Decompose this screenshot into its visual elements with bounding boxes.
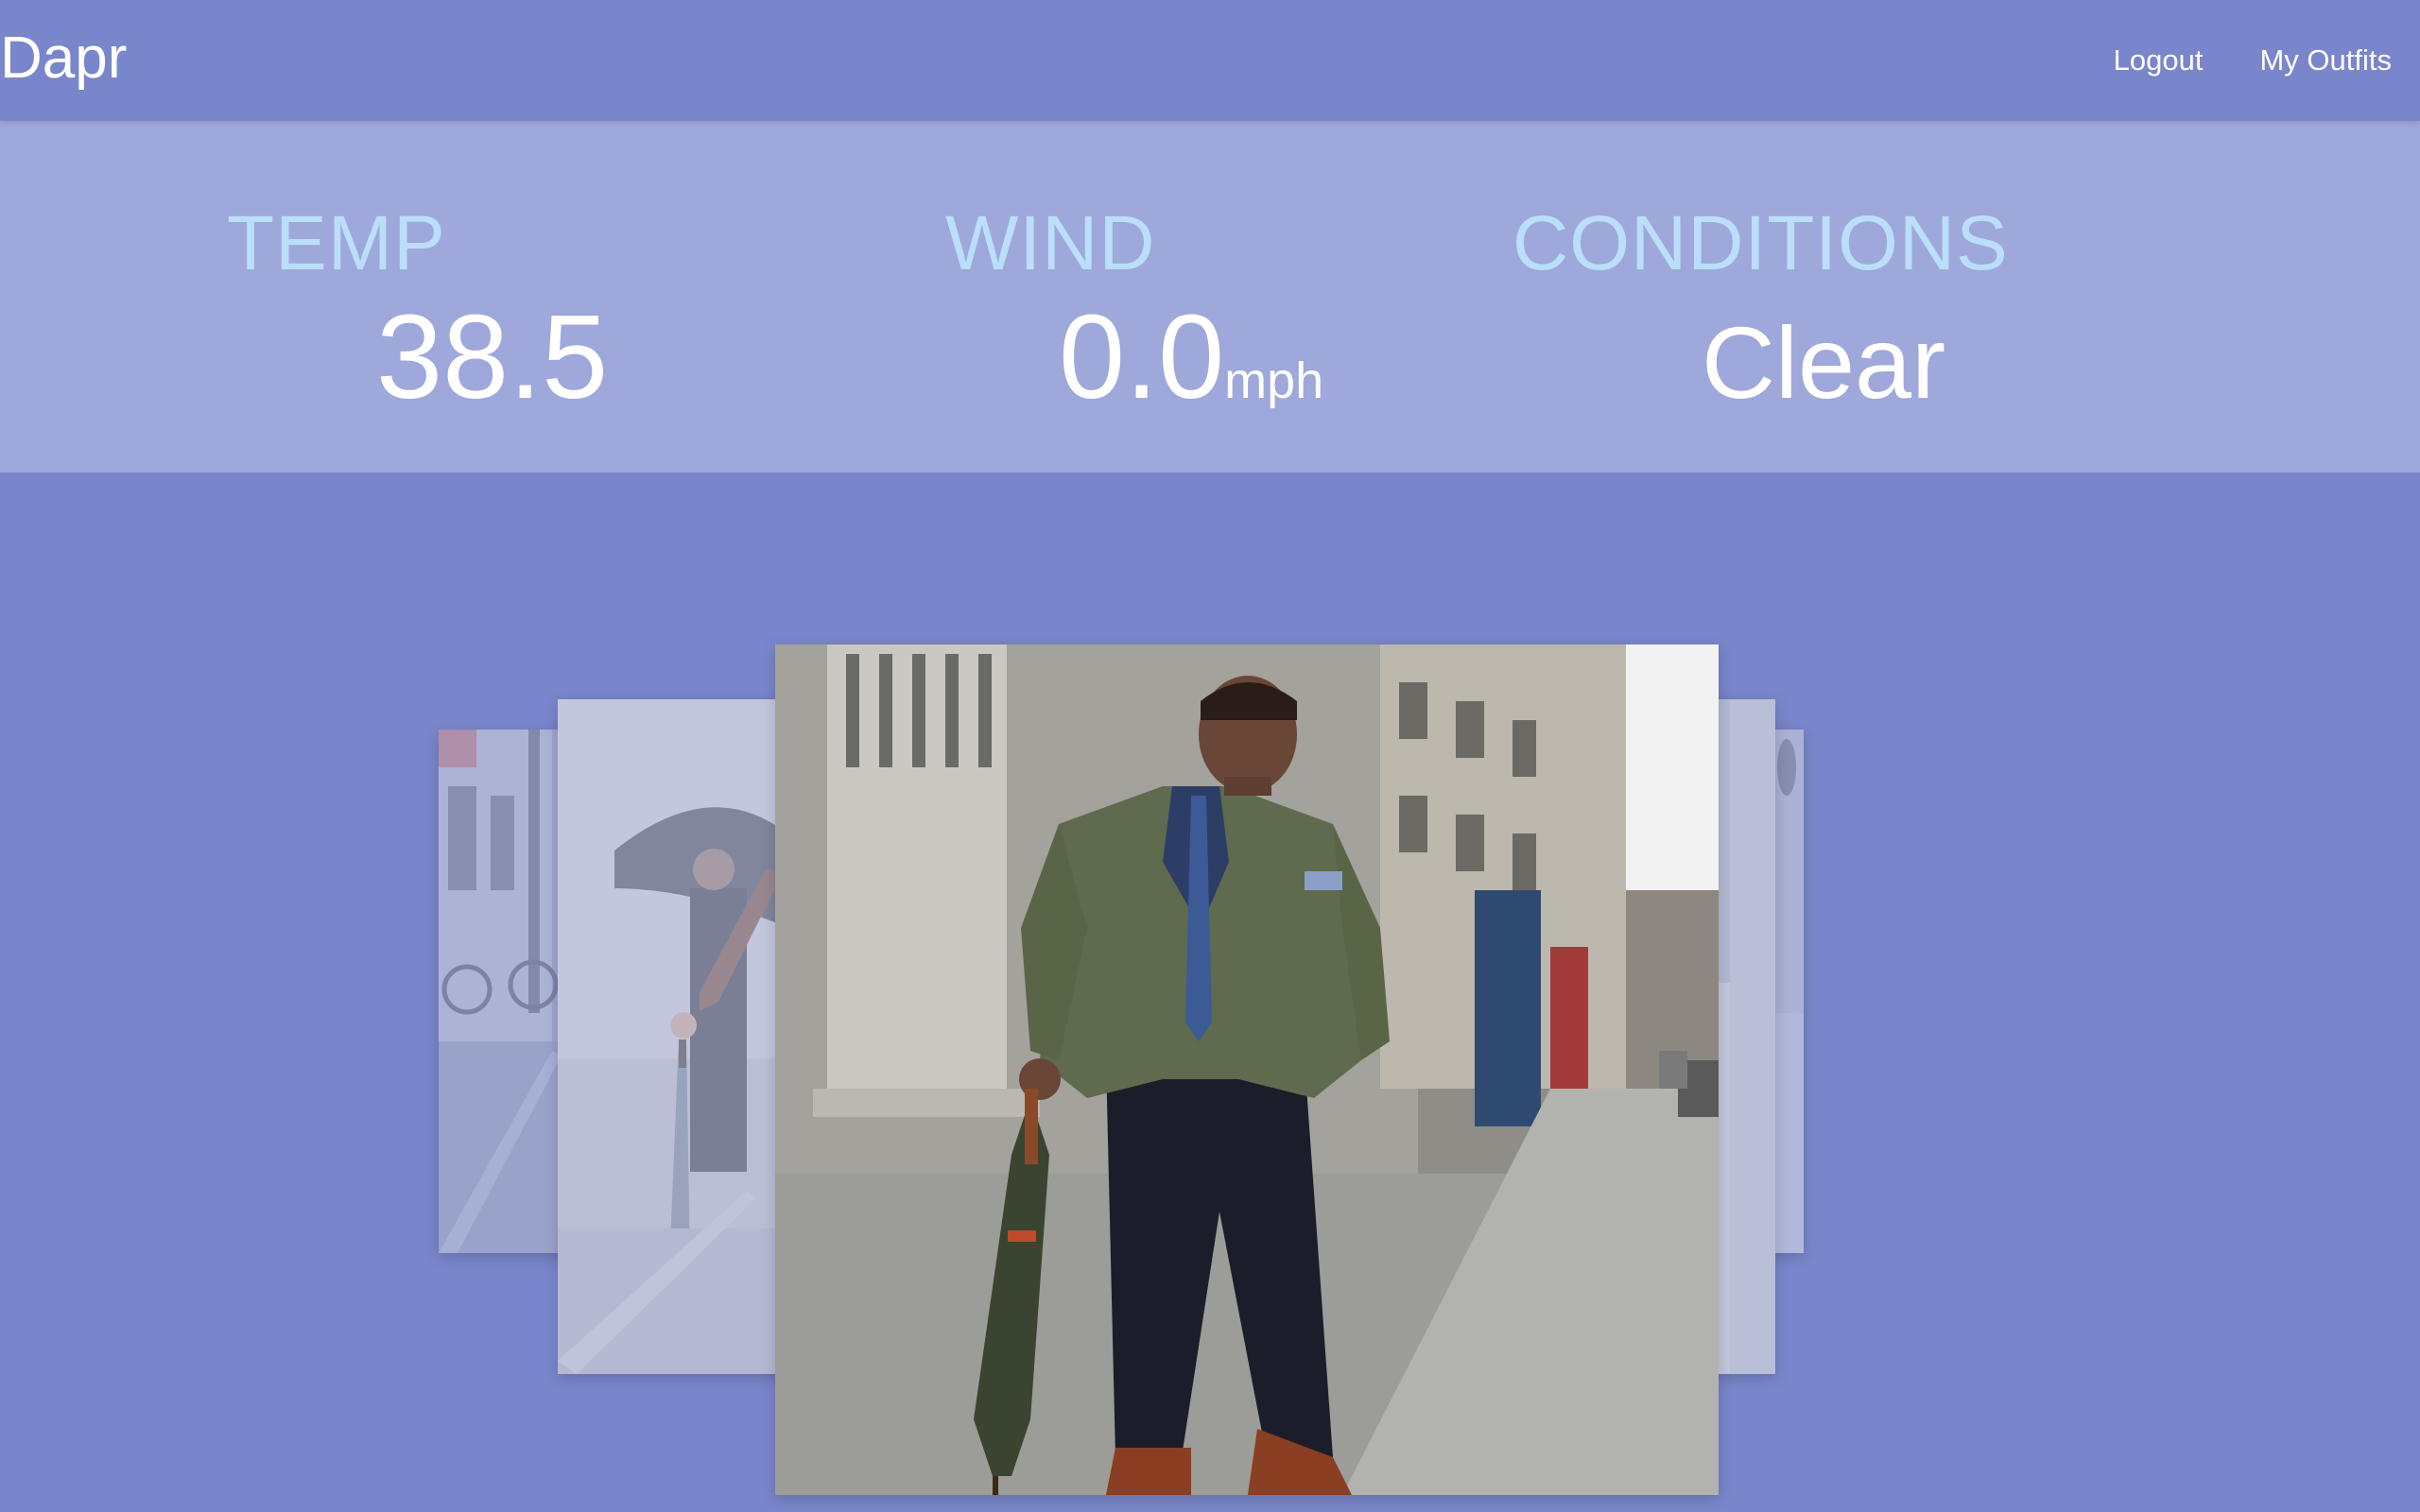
logout-link[interactable]: Logout	[2114, 38, 2204, 83]
carousel-item-active[interactable]	[775, 644, 1719, 1495]
carousel-item[interactable]	[558, 699, 785, 1374]
wind-unit: mph	[1224, 352, 1324, 409]
outfit-carousel	[0, 472, 2420, 1512]
temp-label: TEMP	[227, 200, 446, 286]
brand-logo[interactable]: Dapr	[0, 21, 127, 96]
wind-value: 0.0	[1059, 290, 1225, 423]
weather-panel: TEMP 38.5 WIND 0.0mph CONDITIONS Clear	[0, 121, 2420, 472]
outfit-photo-umbrella-woman	[558, 699, 785, 1374]
wind-value-group: 0.0mph	[1059, 291, 1323, 423]
my-outfits-link[interactable]: My Outfits	[2259, 38, 2392, 83]
wind-label: WIND	[945, 200, 1156, 286]
navbar: Dapr Logout My Outfits	[0, 0, 2420, 121]
nav-links: Logout My Outfits	[2114, 38, 2392, 83]
conditions-label: CONDITIONS	[1512, 200, 2009, 286]
outfit-photo-quilted-jacket-man	[775, 644, 1719, 1495]
conditions-value: Clear	[1702, 305, 1946, 420]
temp-value: 38.5	[376, 290, 609, 423]
